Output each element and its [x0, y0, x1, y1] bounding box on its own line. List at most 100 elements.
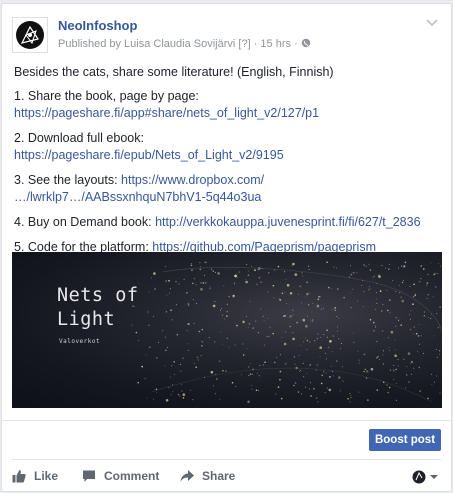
city-light-dot: [332, 375, 334, 377]
city-light-dot: [260, 281, 262, 283]
page-name-link[interactable]: NeoInfoshop: [58, 18, 137, 33]
city-light-dot: [176, 333, 179, 336]
city-light-dot: [358, 391, 360, 393]
city-light-dot: [258, 390, 259, 391]
city-light-dot: [389, 369, 391, 371]
post-header: NeoInfoshop Published by Luisa Claudia S…: [12, 13, 441, 57]
city-light-dot: [400, 265, 402, 267]
city-light-dot: [171, 319, 173, 321]
city-light-dot: [247, 326, 249, 328]
published-by[interactable]: Published by Luisa Claudia Sovijärvi: [58, 38, 235, 50]
city-light-dot: [420, 335, 422, 337]
city-light-dot: [407, 352, 411, 355]
city-light-dot: [266, 336, 268, 338]
city-light-dot: [205, 261, 207, 263]
city-light-dot: [147, 311, 149, 313]
city-light-dot: [427, 397, 429, 400]
city-light-dot: [389, 299, 391, 301]
city-light-dot: [433, 381, 435, 383]
item-label: 3. See the layouts:: [14, 173, 118, 187]
book-cover-image[interactable]: Nets of Light Valoverkot: [12, 252, 442, 408]
city-light-dot: [435, 375, 437, 377]
audience-selector[interactable]: [412, 470, 439, 484]
list-item: 3. See the layouts: https://www.dropbox.…: [14, 172, 441, 206]
city-light-dot: [175, 281, 177, 283]
city-light-dot: [201, 344, 203, 347]
city-light-dot: [386, 290, 388, 291]
city-light-dot: [256, 283, 258, 285]
city-light-dot: [331, 288, 333, 290]
city-light-dot: [395, 368, 398, 371]
city-light-dot: [262, 315, 264, 317]
city-light-dot: [222, 369, 224, 372]
city-light-dot: [219, 398, 221, 400]
page-avatar[interactable]: [12, 17, 48, 53]
city-light-dot: [376, 341, 378, 342]
city-light-dot: [403, 358, 405, 360]
city-light-dot: [337, 330, 339, 332]
buy-book-link[interactable]: http://verkkokauppa.juvenesprint.fi/fi/6…: [155, 215, 420, 229]
city-light-dot: [182, 357, 184, 359]
city-light-dot: [236, 273, 238, 275]
boost-post-button[interactable]: Boost post: [369, 429, 441, 451]
city-light-dot: [170, 376, 171, 378]
city-light-dot: [313, 387, 315, 390]
city-light-dot: [273, 297, 275, 299]
city-light-dot: [272, 284, 275, 287]
city-light-dot: [312, 319, 314, 321]
city-light-dot: [306, 315, 308, 317]
city-light-dot: [322, 307, 324, 309]
city-light-dot: [193, 362, 195, 364]
city-light-dot: [226, 315, 228, 317]
city-light-dot: [226, 337, 228, 339]
city-light-dot: [405, 387, 407, 389]
city-light-dot: [210, 370, 214, 374]
city-light-dot: [402, 265, 406, 268]
city-light-dot: [388, 349, 390, 351]
globe-icon: [301, 38, 310, 48]
city-light-dot: [226, 303, 228, 305]
city-light-dot: [148, 324, 150, 326]
city-light-dot: [213, 385, 214, 387]
city-light-dot: [166, 346, 168, 348]
info-marker[interactable]: [?]: [238, 38, 250, 50]
post-time[interactable]: 15 hrs: [260, 38, 291, 50]
city-light-dot: [273, 361, 276, 364]
city-light-dot: [365, 265, 367, 267]
city-light-dot: [146, 397, 148, 399]
comment-button[interactable]: Comment: [82, 469, 159, 483]
city-light-dot: [191, 269, 193, 271]
city-light-dot: [248, 366, 250, 368]
city-light-dot: [372, 276, 374, 278]
city-light-dot: [400, 324, 403, 326]
city-light-dot: [258, 375, 260, 377]
city-light-dot: [221, 307, 223, 309]
city-light-dot: [264, 361, 266, 363]
city-light-dot: [339, 390, 341, 392]
layouts-link-continued[interactable]: …/lwrklp7…/AABssxnhquN7bhV1-5q44o3ua: [14, 190, 261, 204]
download-ebook-link[interactable]: https://pageshare.fi/epub/Nets_of_Light_…: [14, 148, 284, 162]
city-light-dot: [423, 268, 425, 270]
share-book-link[interactable]: https://pageshare.fi/app#share/nets_of_l…: [14, 106, 319, 120]
city-light-dot: [319, 336, 321, 338]
city-light-dot: [395, 317, 397, 319]
share-button[interactable]: Share: [180, 469, 235, 483]
like-button[interactable]: Like: [12, 469, 58, 483]
chevron-down-icon[interactable]: [425, 15, 439, 29]
list-item: 2. Download full ebook: https://pageshar…: [14, 130, 441, 164]
city-light-dot: [188, 305, 190, 306]
city-light-dot: [285, 331, 287, 333]
city-light-dot: [241, 374, 243, 376]
city-light-dot: [436, 312, 438, 314]
city-light-dot: [302, 318, 306, 322]
city-light-dot: [418, 324, 420, 326]
city-light-dot: [177, 393, 180, 396]
page-avatar-small-icon: [412, 470, 426, 484]
city-light-dot: [150, 277, 152, 279]
layouts-link[interactable]: https://www.dropbox.com/: [121, 173, 264, 187]
city-light-dot: [342, 366, 344, 368]
banner-title-line2: Light: [57, 309, 116, 330]
city-light-dot: [418, 343, 420, 345]
city-light-dot: [286, 283, 290, 287]
city-light-dot: [277, 386, 280, 388]
